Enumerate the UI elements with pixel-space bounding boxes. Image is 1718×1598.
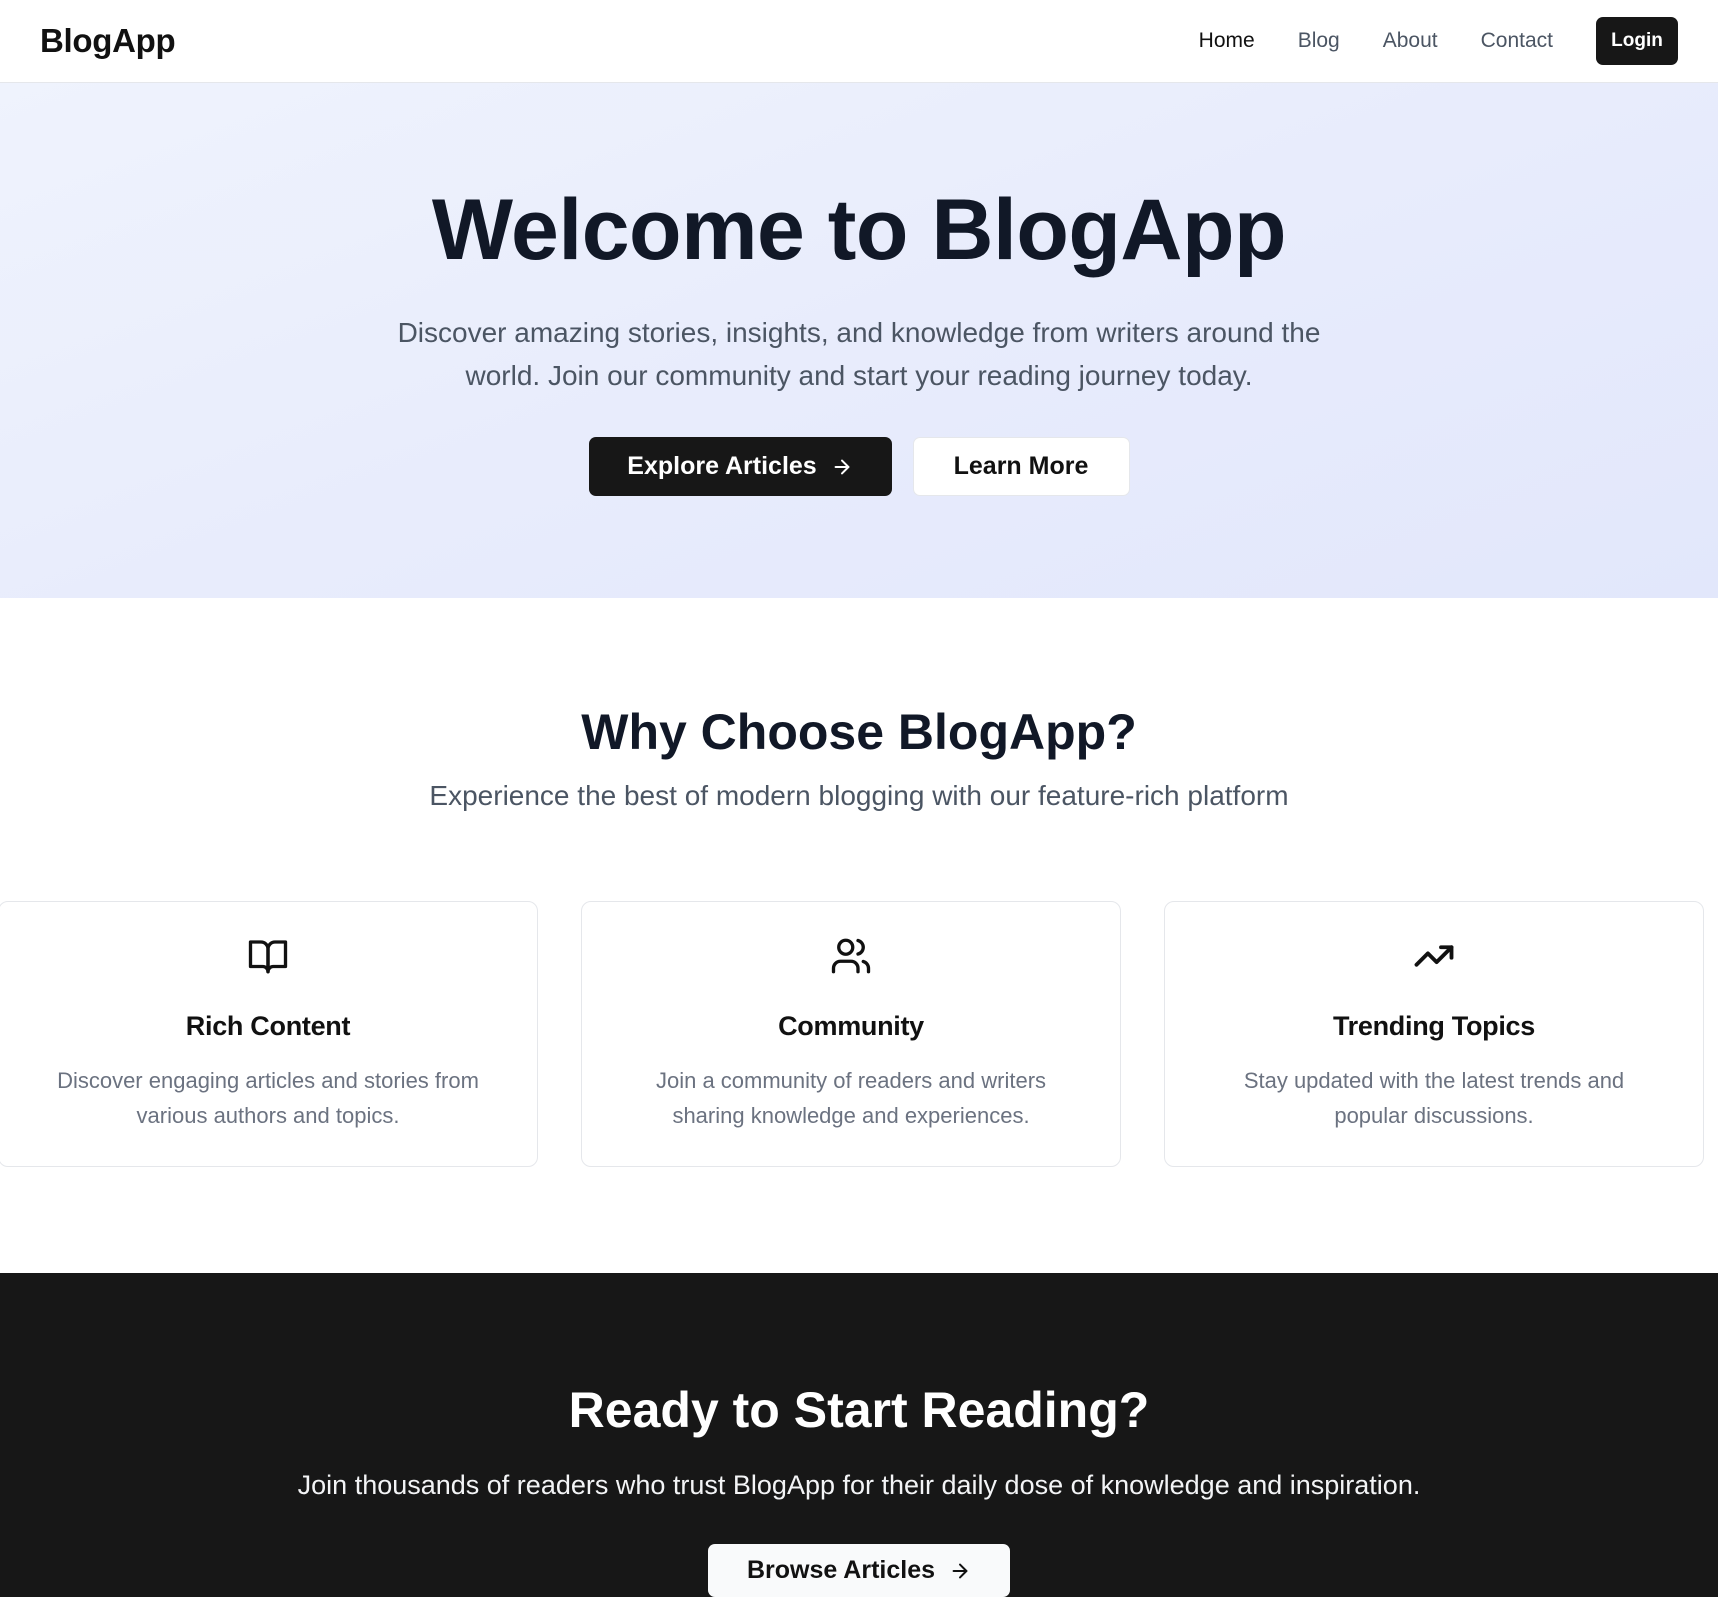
feature-card-description: Join a community of readers and writers … xyxy=(655,1068,1047,1128)
arrow-right-icon xyxy=(949,1560,971,1582)
hero-subtitle: Discover amazing stories, insights, and … xyxy=(397,317,1321,391)
nav-contact[interactable]: Contact xyxy=(1481,29,1553,53)
feature-cards: Rich Content Discover engaging articles … xyxy=(0,901,1704,1167)
hero-section: Welcome to BlogApp Discover amazing stor… xyxy=(0,83,1718,598)
feature-card-title: Trending Topics xyxy=(1332,1011,1535,1041)
brand-logo[interactable]: BlogApp xyxy=(40,22,176,60)
cta-subtitle: Join thousands of readers who trust Blog… xyxy=(297,1470,1421,1500)
features-subtitle: Experience the best of modern blogging w… xyxy=(429,780,1289,811)
feature-card-rich-content: Rich Content Discover engaging articles … xyxy=(0,901,538,1167)
browse-articles-label: Browse Articles xyxy=(746,1556,936,1584)
learn-more-button[interactable]: Learn More xyxy=(912,437,1130,496)
feature-card-title: Rich Content xyxy=(185,1011,351,1041)
cta-section: Ready to Start Reading? Join thousands o… xyxy=(0,1273,1718,1597)
feature-card-description: Discover engaging articles and stories f… xyxy=(57,1068,479,1128)
users-icon xyxy=(830,935,872,977)
nav-about[interactable]: About xyxy=(1383,29,1438,53)
explore-articles-button[interactable]: Explore Articles xyxy=(588,437,892,496)
feature-card-trending-topics: Trending Topics Stay updated with the la… xyxy=(1164,901,1704,1167)
trending-up-icon xyxy=(1413,935,1455,977)
hero-actions: Explore Articles Learn More xyxy=(588,437,1130,496)
feature-card-community: Community Join a community of readers an… xyxy=(581,901,1121,1167)
browse-articles-button[interactable]: Browse Articles xyxy=(708,1544,1010,1597)
features-section: Why Choose BlogApp? Experience the best … xyxy=(0,598,1718,1273)
explore-articles-label: Explore Articles xyxy=(627,452,817,480)
arrow-right-icon xyxy=(831,456,853,478)
site-header: BlogApp Home Blog About Contact Login xyxy=(0,0,1718,83)
nav-home[interactable]: Home xyxy=(1199,29,1255,53)
feature-card-title: Community xyxy=(778,1011,924,1041)
cta-title: Ready to Start Reading? xyxy=(568,1382,1150,1438)
features-title: Why Choose BlogApp? xyxy=(581,704,1137,760)
hero-title: Welcome to BlogApp xyxy=(431,182,1287,278)
nav-blog[interactable]: Blog xyxy=(1298,29,1340,53)
login-button[interactable]: Login xyxy=(1596,17,1678,65)
feature-card-description: Stay updated with the latest trends and … xyxy=(1243,1068,1625,1128)
main-nav: Home Blog About Contact Login xyxy=(1156,17,1678,65)
book-open-icon xyxy=(247,935,289,977)
